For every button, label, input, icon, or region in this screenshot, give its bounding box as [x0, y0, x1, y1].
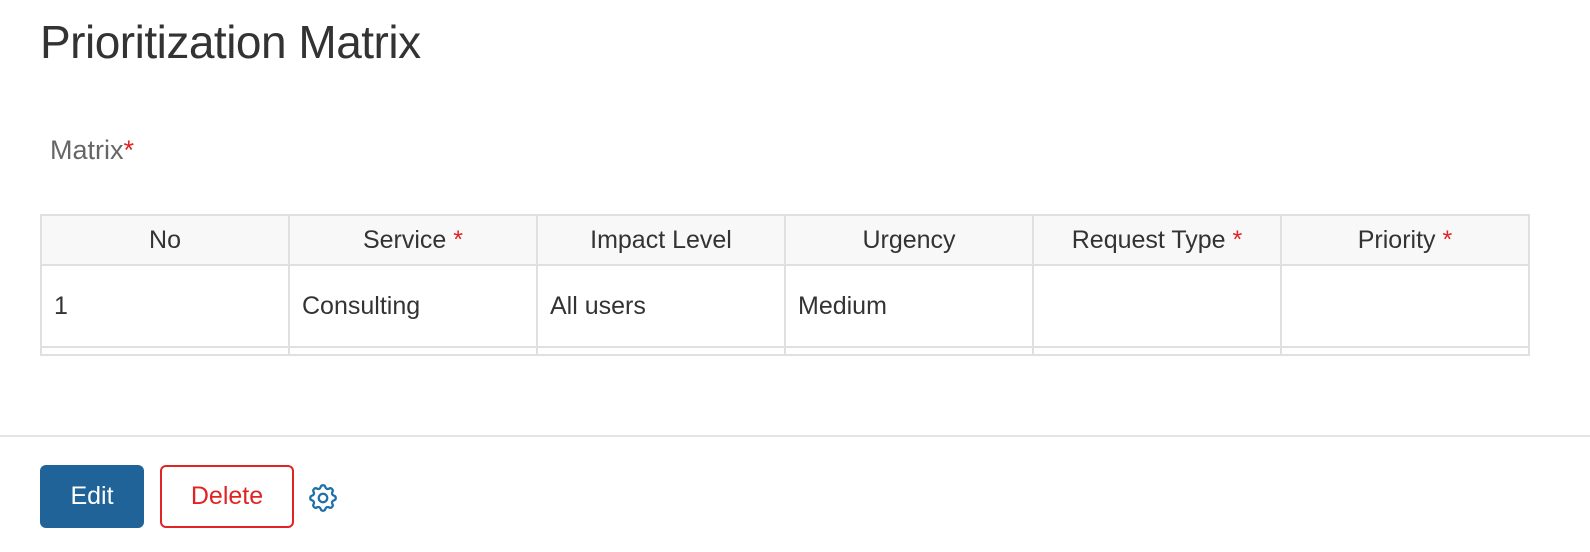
matrix-label-text: Matrix: [50, 135, 124, 165]
table-header-row: No Service * Impact Level Urgency Reques…: [40, 214, 1530, 266]
column-header-urgency: Urgency: [784, 214, 1034, 266]
required-mark: *: [1442, 225, 1453, 254]
delete-button[interactable]: Delete: [160, 465, 294, 528]
required-mark: *: [453, 225, 464, 254]
page-title: Prioritization Matrix: [40, 16, 421, 68]
column-header-no: No: [40, 214, 290, 266]
page: Prioritization Matrix Matrix* No Service…: [0, 0, 1590, 552]
footer-divider: [0, 435, 1590, 437]
column-header-priority: Priority *: [1280, 214, 1530, 266]
cell-impact-level-link[interactable]: All users: [536, 264, 786, 348]
gear-icon[interactable]: [306, 481, 340, 515]
cell-urgency: Medium: [784, 264, 1034, 348]
column-header-impact-level: Impact Level: [536, 214, 786, 266]
table-row-partial: [40, 346, 1530, 356]
matrix-table: No Service * Impact Level Urgency Reques…: [40, 214, 1530, 356]
column-header-service: Service *: [288, 214, 538, 266]
column-header-request-type: Request Type *: [1032, 214, 1282, 266]
cell-service-link[interactable]: Consulting: [288, 264, 538, 348]
edit-button[interactable]: Edit: [40, 465, 144, 528]
table-row: 1 Consulting All users Medium: [40, 264, 1530, 348]
cell-priority: [1280, 264, 1530, 348]
cell-no: 1: [40, 264, 290, 348]
matrix-field-label: Matrix*: [50, 132, 134, 168]
required-mark: *: [123, 135, 135, 165]
cell-request-type: [1032, 264, 1282, 348]
required-mark: *: [1232, 225, 1243, 254]
